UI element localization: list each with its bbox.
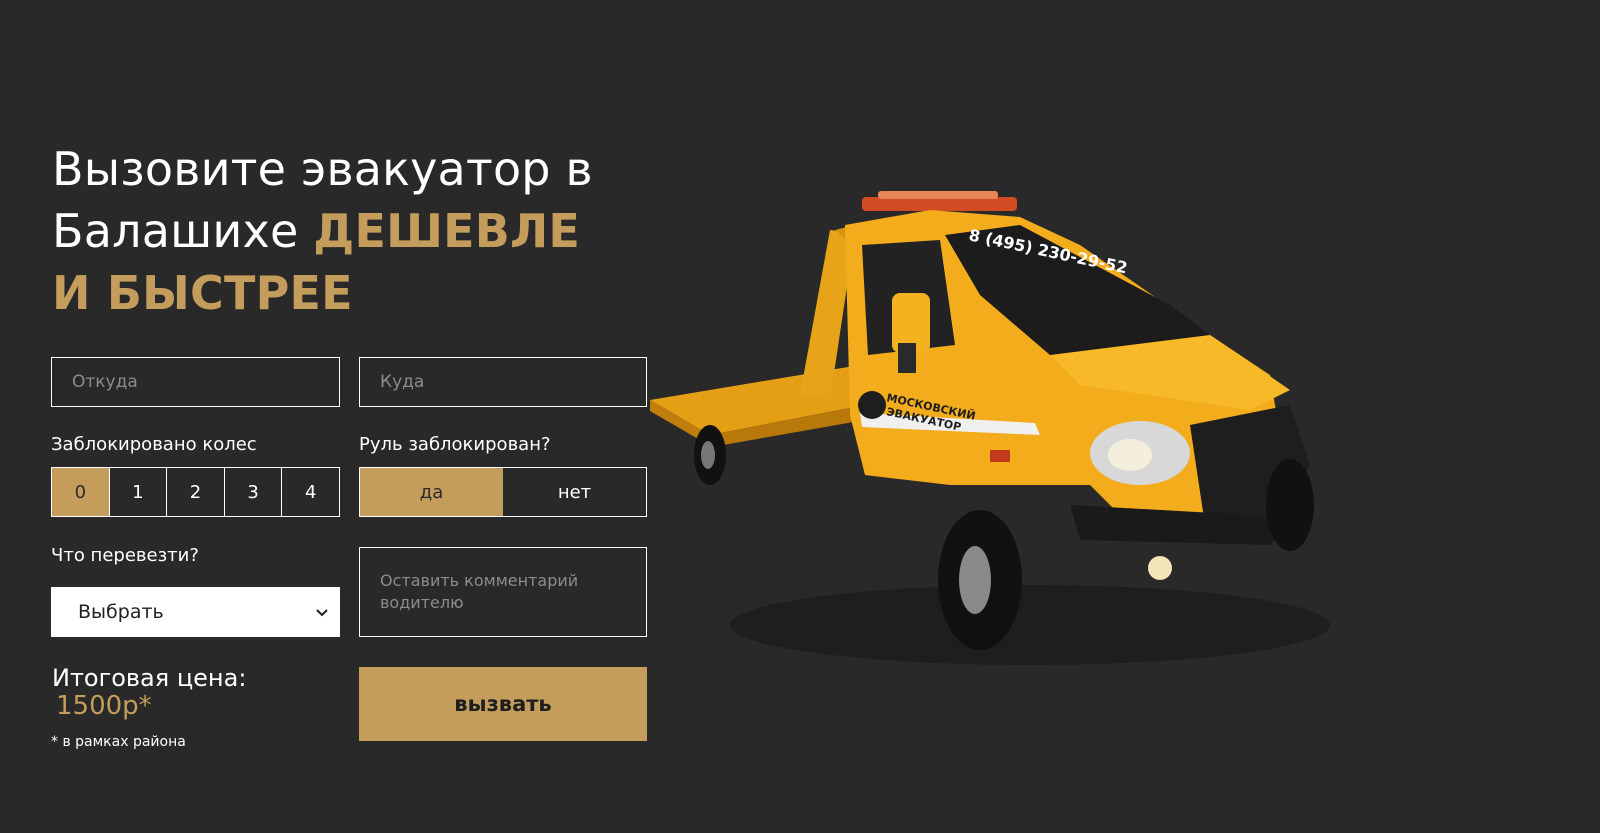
cargo-select-value: Выбрать — [78, 601, 164, 623]
price-note: * в рамках района — [51, 734, 186, 750]
cargo-label: Что перевезти? — [51, 545, 199, 566]
wheels-option-2[interactable]: 2 — [167, 468, 225, 516]
comment-field[interactable]: Оставить комментарий водителю — [359, 547, 647, 637]
steering-yes-button[interactable]: да — [360, 468, 503, 516]
price-value: 1500р* — [56, 691, 152, 721]
cargo-select[interactable]: Выбрать — [51, 587, 340, 637]
chevron-down-icon — [315, 601, 329, 623]
headline-line2: Балашихе — [52, 204, 314, 258]
to-input[interactable] — [359, 357, 647, 407]
price-label: Итоговая цена: — [52, 664, 247, 692]
wheels-label: Заблокировано колес — [51, 434, 257, 455]
steering-no-button[interactable]: нет — [503, 468, 646, 516]
wheels-option-4[interactable]: 4 — [282, 468, 339, 516]
wheels-selector: 0 1 2 3 4 — [51, 467, 340, 517]
steering-selector: да нет — [359, 467, 647, 517]
from-input[interactable] — [51, 357, 340, 407]
steering-label: Руль заблокирован? — [359, 434, 551, 455]
call-button[interactable]: вызвать — [359, 667, 647, 741]
wheels-option-1[interactable]: 1 — [110, 468, 168, 516]
headline-line1: Вызовите эвакуатор в — [52, 142, 593, 196]
headline-accent-faster: И БЫСТРЕЕ — [52, 266, 353, 320]
headline-accent-cheaper: ДЕШЕВЛЕ — [313, 204, 581, 258]
tow-truck-image: МОСКОВСКИЙ ЭВАКУАТОР 8 (495) 230-29-52 — [650, 191, 1330, 665]
wheels-option-3[interactable]: 3 — [225, 468, 283, 516]
wheels-option-0[interactable]: 0 — [52, 468, 110, 516]
page-headline: Вызовите эвакуатор в Балашихе ДЕШЕВЛЕ И … — [52, 138, 692, 324]
